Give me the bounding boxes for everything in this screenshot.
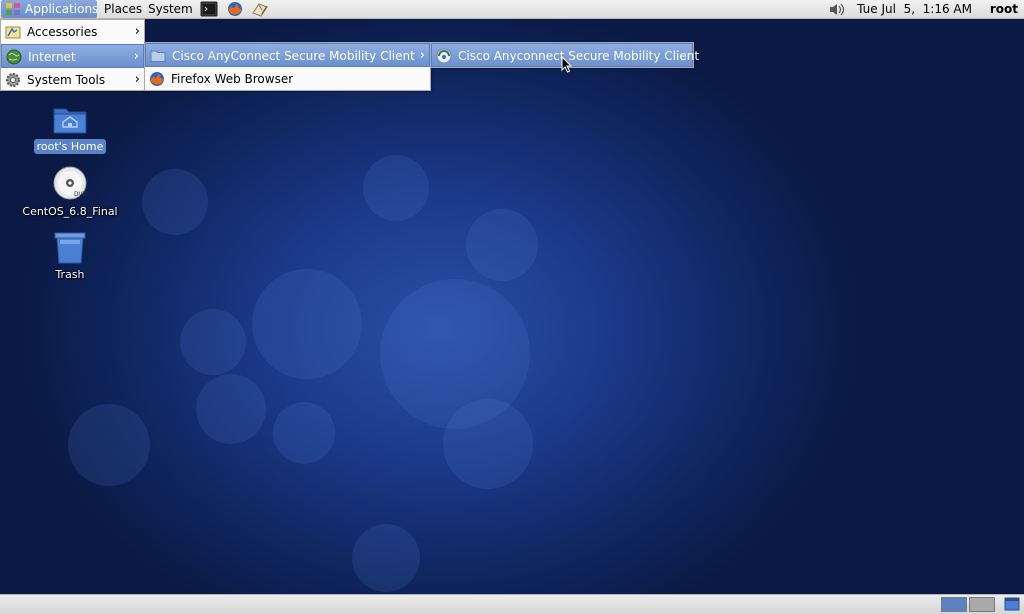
system-menu-button[interactable]: System (144, 0, 197, 18)
menu-item-label: System Tools (27, 73, 106, 87)
places-menu-button[interactable]: Places (100, 0, 146, 18)
bokeh-circle (443, 399, 533, 489)
bokeh-circle (142, 169, 208, 235)
chevron-right-icon: › (134, 72, 140, 87)
mouse-cursor-icon (561, 56, 573, 73)
gear-icon (6, 73, 20, 87)
menu-item-label: Internet (28, 50, 76, 64)
svg-text:DVD: DVD (74, 191, 88, 198)
firefox-icon[interactable] (226, 1, 244, 17)
workspace-1[interactable] (941, 597, 967, 612)
top-panel: Applications Places System Tue Jul 5, 1:… (0, 0, 1024, 19)
clock[interactable]: Tue Jul 5, 1:16 AM (857, 0, 972, 18)
home-folder-icon (53, 108, 87, 134)
bokeh-circle (252, 269, 362, 379)
menu-item-firefox[interactable]: Firefox Web Browser (145, 67, 430, 91)
desktop-icon-dvd[interactable]: DVD CentOS_6.8_Final (20, 165, 120, 221)
bokeh-circle (196, 374, 266, 444)
desktop-icon-label: root's Home (34, 139, 106, 154)
bokeh-circle (180, 309, 246, 375)
bokeh-circle (68, 404, 150, 486)
internet-submenu: Cisco AnyConnect Secure Mobility Client … (144, 42, 431, 91)
workspace-2[interactable] (969, 597, 995, 612)
applications-menu: Accessories › Internet › System Tools › (0, 19, 145, 91)
bokeh-circle (466, 209, 538, 281)
volume-icon[interactable] (828, 2, 846, 17)
terminal-icon[interactable] (200, 1, 218, 17)
bokeh-circle (352, 524, 420, 592)
menu-item-label: Firefox Web Browser (171, 72, 294, 86)
menu-item-label: Cisco Anyconnect Secure Mobility Client (458, 49, 700, 63)
bokeh-circle (363, 155, 429, 221)
menu-item-label: Cisco AnyConnect Secure Mobility Client (172, 49, 415, 63)
accessories-icon (5, 26, 21, 39)
menu-item-label: Accessories (27, 25, 98, 39)
menu-item-internet[interactable]: Internet › (1, 44, 144, 68)
show-desktop-icon[interactable] (1004, 597, 1020, 612)
globe-icon (6, 49, 22, 65)
desktop-icon-home[interactable]: root's Home (34, 101, 106, 157)
folder-icon (150, 50, 166, 62)
user-name[interactable]: root (990, 0, 1018, 18)
menu-item-system-tools[interactable]: System Tools › (1, 68, 144, 92)
desktop-icon-label: CentOS_6.8_Final (22, 205, 118, 218)
desktop-icon-label: Trash (55, 268, 85, 281)
applications-menu-label: Applications (25, 2, 99, 16)
text-editor-icon[interactable] (251, 1, 269, 17)
desktop-icon-trash[interactable]: Trash (34, 231, 106, 283)
bokeh-circle (273, 402, 335, 464)
trash-icon (54, 232, 86, 264)
bottom-panel (0, 594, 1024, 614)
cisco-anyconnect-icon (436, 48, 452, 64)
applications-icon (6, 3, 20, 15)
applications-menu-button[interactable]: Applications (1, 0, 99, 18)
chevron-right-icon: › (419, 48, 425, 63)
chevron-right-icon: › (134, 24, 140, 39)
menu-item-accessories[interactable]: Accessories › (1, 20, 144, 44)
firefox-icon (150, 72, 164, 86)
desktop-background[interactable]: root's Home DVD CentOS_6.8_Final Trash (0, 19, 1024, 594)
menu-item-cisco-folder[interactable]: Cisco AnyConnect Secure Mobility Client … (145, 43, 430, 67)
chevron-right-icon: › (133, 49, 139, 64)
dvd-icon: DVD (53, 166, 88, 200)
